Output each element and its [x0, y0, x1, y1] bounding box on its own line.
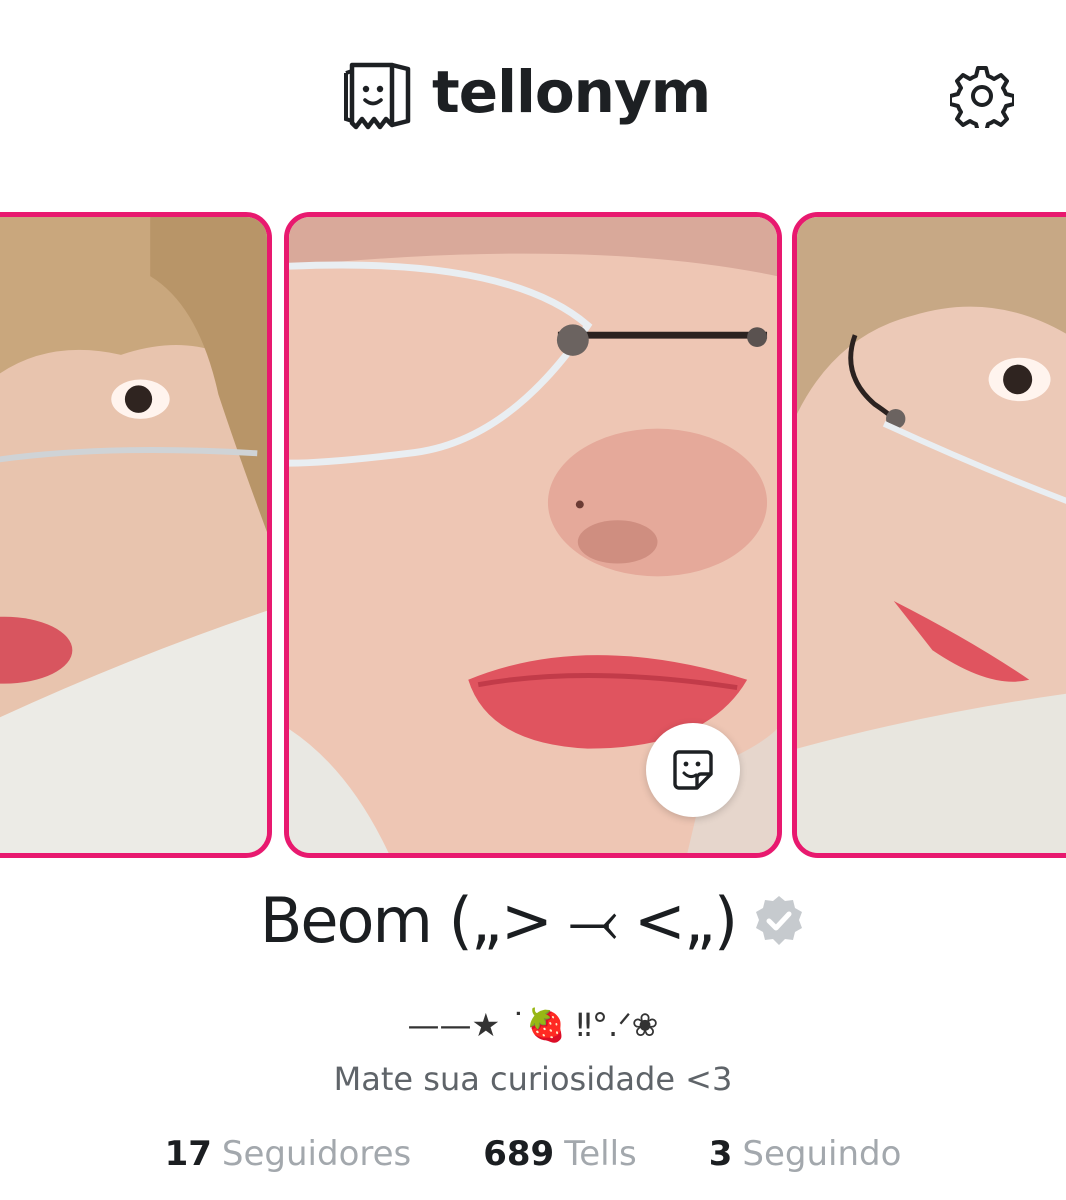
photo-carousel[interactable] — [0, 212, 1066, 860]
brand-logo[interactable]: tellonym — [344, 58, 711, 134]
bio-decoration: ——★ ˙🍓 ‼°.ᐟ❀ — [407, 1006, 659, 1044]
profile-name-row: Beom („> ⤙ <„) — [0, 890, 1066, 952]
stat-tells[interactable]: 689 Tells — [483, 1134, 637, 1174]
stat-followers-label: Seguidores — [221, 1134, 412, 1174]
stat-tells-count: 689 — [483, 1134, 555, 1174]
app-header: tellonym — [0, 0, 1066, 190]
photo-left-image — [0, 217, 267, 853]
sticker-smile-icon — [673, 750, 713, 790]
stat-following[interactable]: 3 Seguindo — [709, 1134, 902, 1174]
profile-photo-right[interactable] — [792, 212, 1066, 858]
gear-icon[interactable] — [950, 64, 1014, 128]
profile-photo-left[interactable] — [0, 212, 272, 858]
stat-followers-count: 17 — [164, 1134, 212, 1174]
bio-text: Mate sua curiosidade <3 — [333, 1060, 733, 1098]
stat-tells-label: Tells — [564, 1134, 637, 1174]
sticker-button[interactable] — [646, 723, 740, 817]
verified-badge-icon — [756, 896, 803, 945]
stat-following-count: 3 — [708, 1134, 733, 1174]
paper-bag-face-icon — [344, 62, 411, 130]
profile-name: Beom („> ⤙ <„) — [259, 884, 738, 957]
photo-right-image — [797, 217, 1066, 853]
stat-following-label: Seguindo — [742, 1134, 902, 1174]
profile-stats: 17 Seguidores 689 Tells 3 Seguindo — [0, 1134, 1066, 1174]
brand-name: tellonym — [432, 58, 711, 126]
stat-followers[interactable]: 17 Seguidores — [165, 1134, 412, 1174]
